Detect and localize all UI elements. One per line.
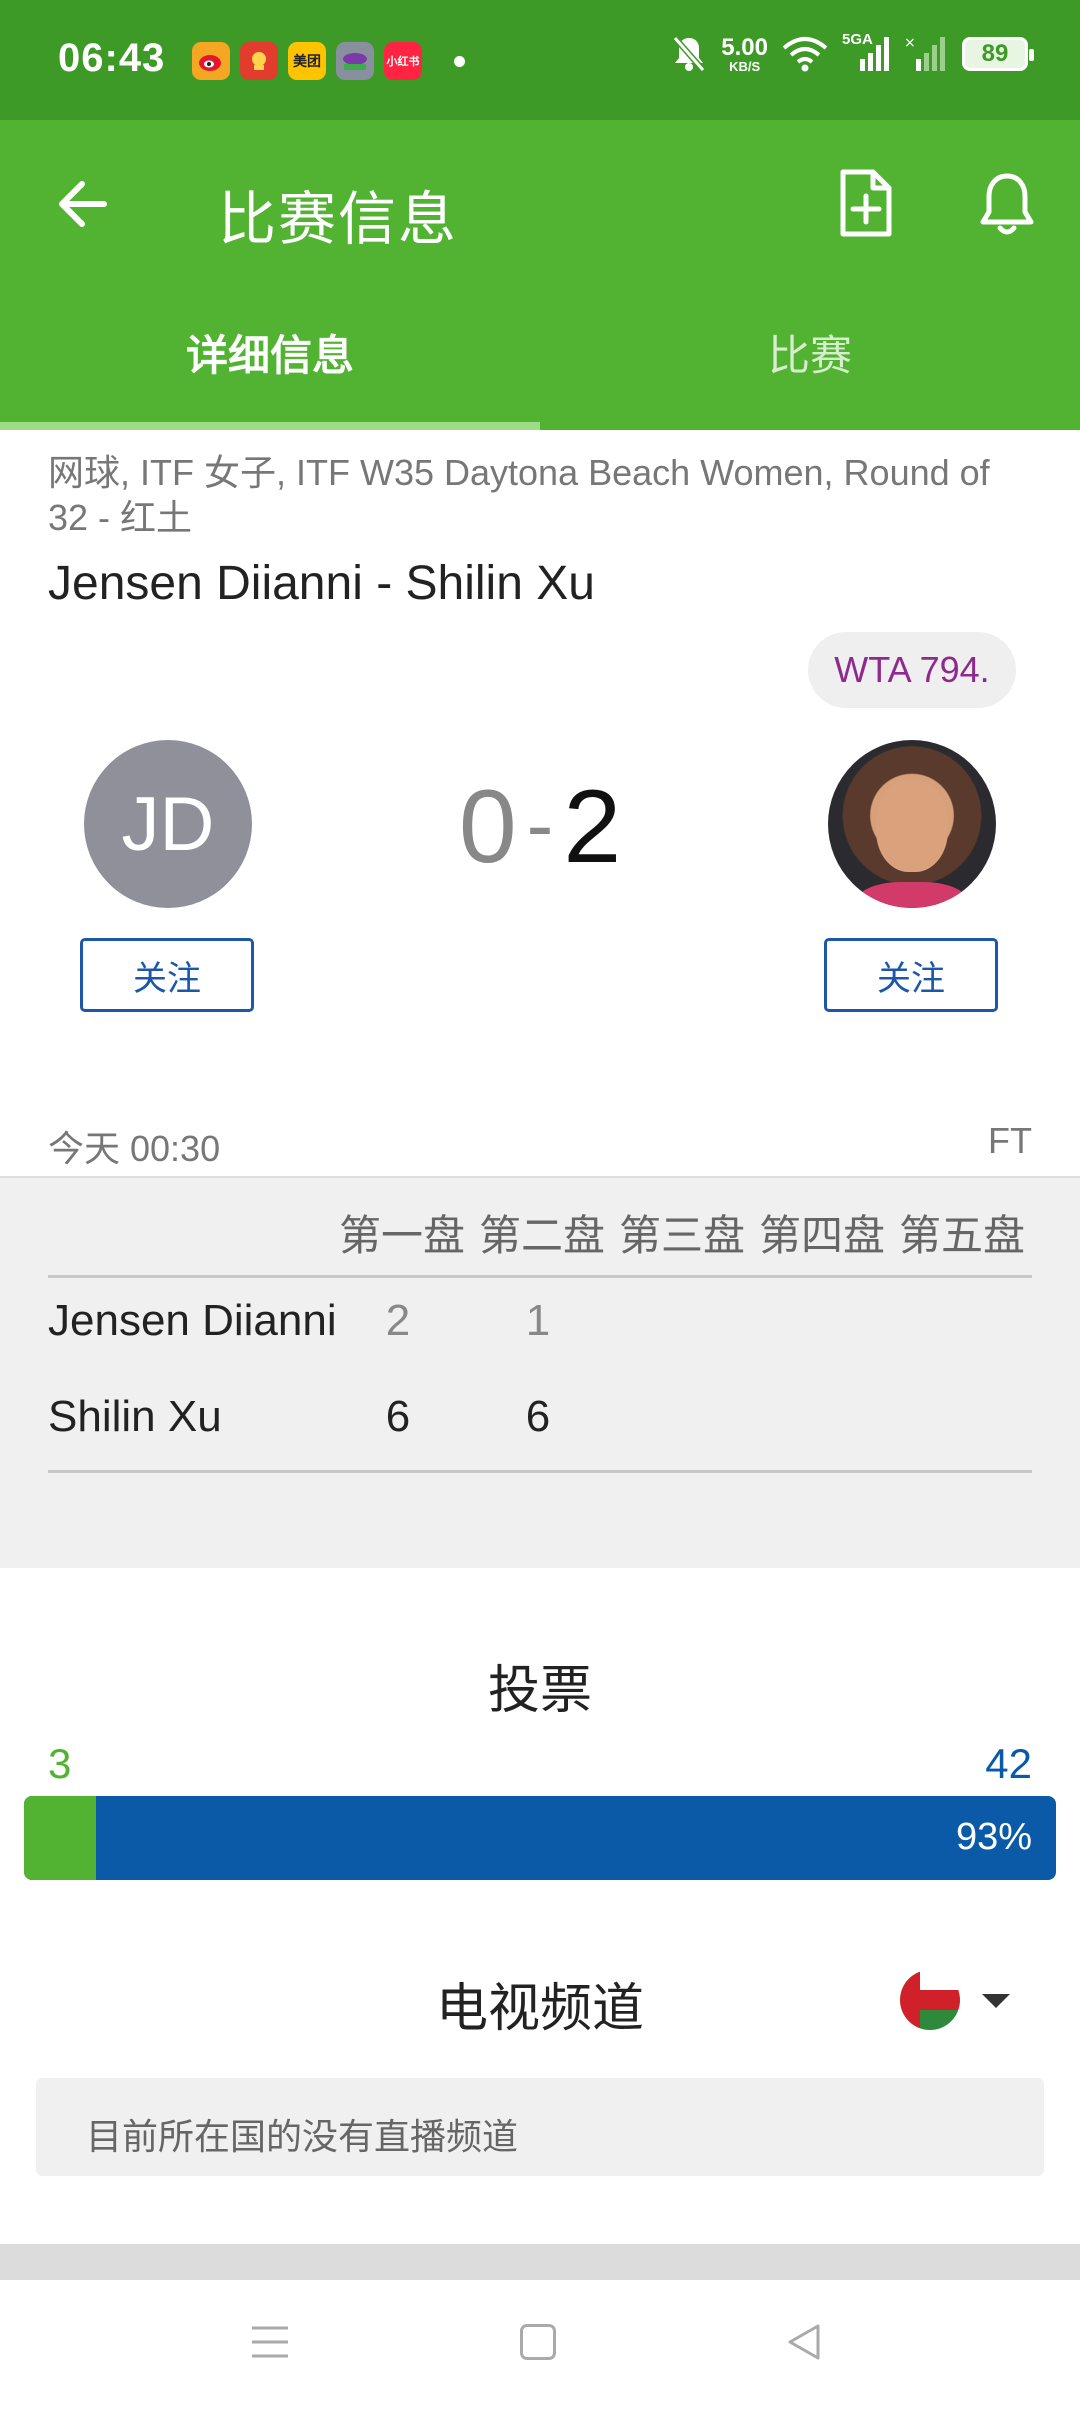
away-vote-count: 42: [985, 1740, 1032, 1787]
vote-bar-home[interactable]: [24, 1796, 97, 1880]
section-divider: [0, 2244, 1080, 2280]
menu-icon[interactable]: [250, 2322, 290, 2362]
divider: [48, 1275, 1032, 1278]
score-dash: -: [526, 780, 554, 869]
table-row: Shilin Xu 6 6: [48, 1392, 1032, 1452]
status-time: 06:43: [58, 36, 166, 80]
match-meta: 网球, ITF 女子, ITF W35 Daytona Beach Women,…: [48, 452, 990, 538]
tv-empty-message: 目前所在国的没有直播频道: [86, 2116, 519, 2157]
vote-bar[interactable]: 93%: [24, 1796, 1056, 1880]
match-time: 今天 00:30: [48, 1128, 221, 1169]
mute-bell-icon: [673, 36, 706, 72]
oman-flag-icon[interactable]: [900, 1970, 960, 2030]
set-score: 6: [525, 1392, 551, 1441]
meituan-icon: 美团: [288, 42, 326, 80]
chevron-down-icon[interactable]: [982, 1994, 1010, 2008]
signal-5ga-icon: 5GA: [842, 31, 890, 73]
divider: [48, 1470, 1032, 1473]
add-document-icon[interactable]: [835, 168, 895, 238]
tab-indicator: [0, 422, 540, 430]
signal-weak-icon: ×: [904, 35, 945, 71]
player-away-avatar[interactable]: [828, 740, 996, 908]
set-score: 2: [385, 1296, 411, 1345]
follow-away-button[interactable]: 关注: [824, 938, 998, 1012]
set-header: 第二盘: [478, 1212, 605, 1259]
player-name: Shilin Xu: [48, 1392, 222, 1441]
back-arrow-icon[interactable]: [52, 174, 112, 234]
app-game-icon: [336, 42, 374, 80]
player-home-avatar[interactable]: JD: [84, 740, 252, 908]
set-score: 1: [525, 1296, 551, 1345]
set-headers: 第一盘 第二盘 第三盘 第四盘 第五盘: [332, 1202, 1032, 1263]
wifi-icon: [782, 37, 828, 72]
set-scores-table: 第一盘 第二盘 第三盘 第四盘 第五盘 Jensen Diianni 2 1 S…: [0, 1176, 1080, 1568]
system-nav-bar: [0, 2280, 1080, 2414]
app-bar: 比赛信息 详细信息 比赛: [0, 120, 1080, 430]
battery-indicator: 89: [962, 37, 1034, 71]
more-notifications-dot: [454, 55, 465, 67]
set-header: 第四盘: [758, 1212, 885, 1259]
svg-text:×: ×: [904, 35, 916, 51]
player-name: Jensen Diianni: [48, 1296, 337, 1345]
app-red-icon: [240, 42, 278, 80]
set-header: 第一盘: [338, 1212, 465, 1259]
network-speed: 5.00 KB/S: [721, 33, 768, 74]
vote-title: 投票: [487, 1662, 592, 1720]
tab-details[interactable]: 详细信息: [0, 322, 540, 383]
match-score: 0 -2: [440, 768, 640, 887]
xiaohongshu-icon: 小红书: [384, 42, 422, 80]
notification-icons: 美团 小红书: [192, 42, 465, 80]
follow-home-button[interactable]: 关注: [80, 938, 254, 1012]
ranking-badge: WTA 794.: [808, 632, 1016, 708]
away-vote-percent: 93%: [955, 1816, 1032, 1858]
bell-icon[interactable]: [976, 170, 1038, 238]
set-header: 第三盘: [618, 1212, 745, 1259]
set-score: 6: [385, 1392, 411, 1441]
avatar-face: [876, 780, 948, 872]
tv-channels-empty: 目前所在国的没有直播频道: [36, 2078, 1044, 2176]
table-row: Jensen Diianni 2 1: [48, 1296, 1032, 1356]
match-status: FT: [988, 1120, 1032, 1161]
home-vote-count: 3: [48, 1740, 72, 1787]
home-icon[interactable]: [520, 2324, 556, 2360]
status-bar: 06:43 美团 小红书 5.00 KB/S 5GA × 89: [0, 0, 1080, 120]
match-title: Jensen Diianni - Shilin Xu: [48, 557, 595, 610]
back-triangle-icon[interactable]: [784, 2322, 824, 2362]
away-score: 2: [563, 769, 622, 885]
tab-match[interactable]: 比赛: [540, 322, 1080, 383]
status-indicators: 5.00 KB/S 5GA × 89: [671, 31, 1034, 74]
set-header: 第五盘: [898, 1212, 1025, 1259]
page-title: 比赛信息: [218, 187, 459, 252]
avatar-shirt: [856, 882, 968, 908]
home-score: 0: [458, 769, 517, 885]
weibo-icon: [192, 42, 230, 80]
